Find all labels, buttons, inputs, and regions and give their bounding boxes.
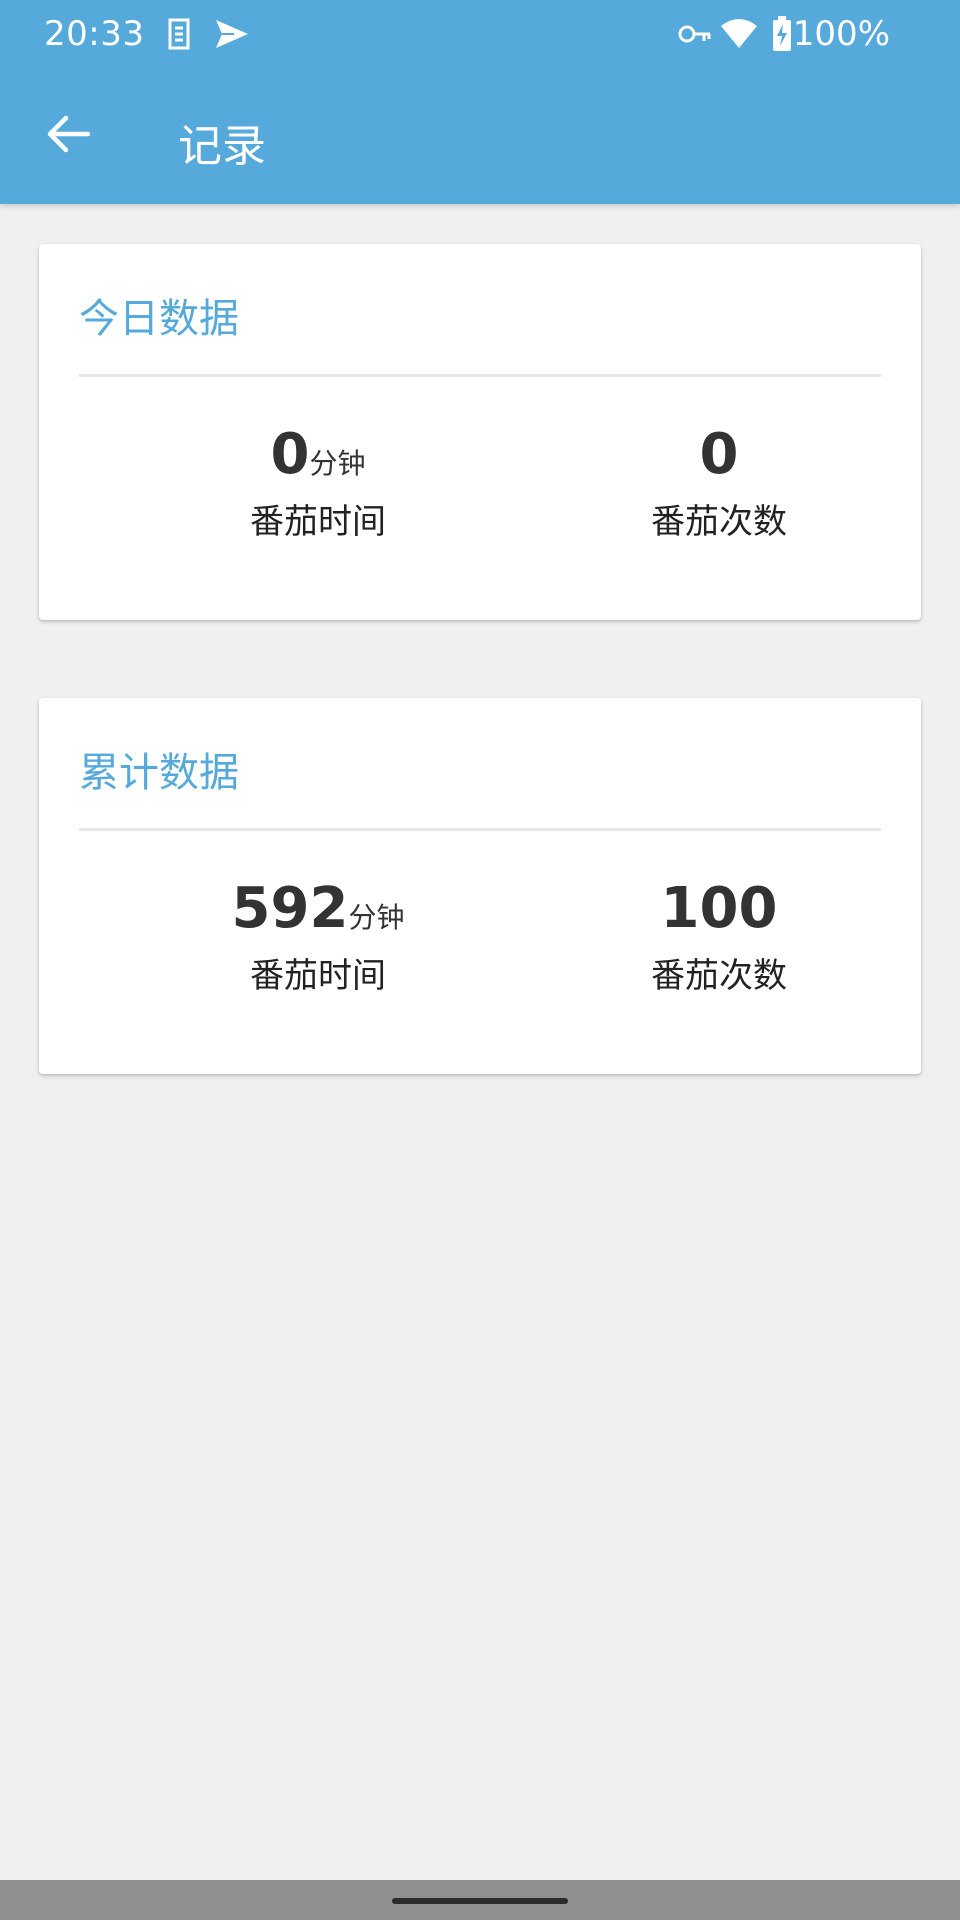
battery-charging-icon (772, 16, 792, 56)
divider (79, 374, 881, 377)
page-title: 记录 (178, 121, 266, 172)
total-stats-card: 累计数据 592分钟 番茄时间 100 番茄次数 (39, 698, 921, 1074)
card-title: 累计数据 (79, 750, 239, 796)
stat-unit: 分钟 (309, 447, 366, 480)
vpn-key-icon (678, 20, 712, 52)
pomodoro-time-stat: 0分钟 番茄时间 (158, 422, 478, 543)
divider (79, 828, 881, 831)
pomodoro-count-stat: 0 番茄次数 (559, 422, 879, 543)
arrow-back-icon (46, 114, 91, 158)
pomodoro-time-stat: 592分钟 番茄时间 (158, 876, 478, 997)
today-stats-card: 今日数据 0分钟 番茄时间 0 番茄次数 (39, 244, 921, 620)
card-title: 今日数据 (79, 296, 239, 342)
navigation-bar (0, 1880, 960, 1920)
battery-percent: 100% (792, 14, 890, 54)
home-handle[interactable] (392, 1898, 568, 1904)
stat-label: 番茄次数 (651, 502, 787, 542)
toolbar: 记录 (0, 68, 960, 204)
stat-value: 100 (660, 876, 778, 941)
status-bar: 20:33 100% (0, 0, 960, 68)
stat-label: 番茄时间 (250, 956, 386, 996)
back-button[interactable] (28, 104, 108, 168)
status-time: 20:33 (44, 14, 145, 54)
stat-label: 番茄次数 (651, 956, 787, 996)
sim-icon (166, 16, 192, 56)
send-icon (214, 16, 250, 56)
pomodoro-count-stat: 100 番茄次数 (559, 876, 879, 997)
stat-label: 番茄时间 (250, 502, 386, 542)
stat-value: 592 (231, 876, 349, 941)
stat-value: 0 (270, 422, 310, 487)
stat-unit: 分钟 (348, 901, 405, 934)
app-bar: 20:33 100% 记录 (0, 0, 960, 204)
wifi-icon (720, 18, 758, 54)
stat-value: 0 (699, 422, 739, 487)
